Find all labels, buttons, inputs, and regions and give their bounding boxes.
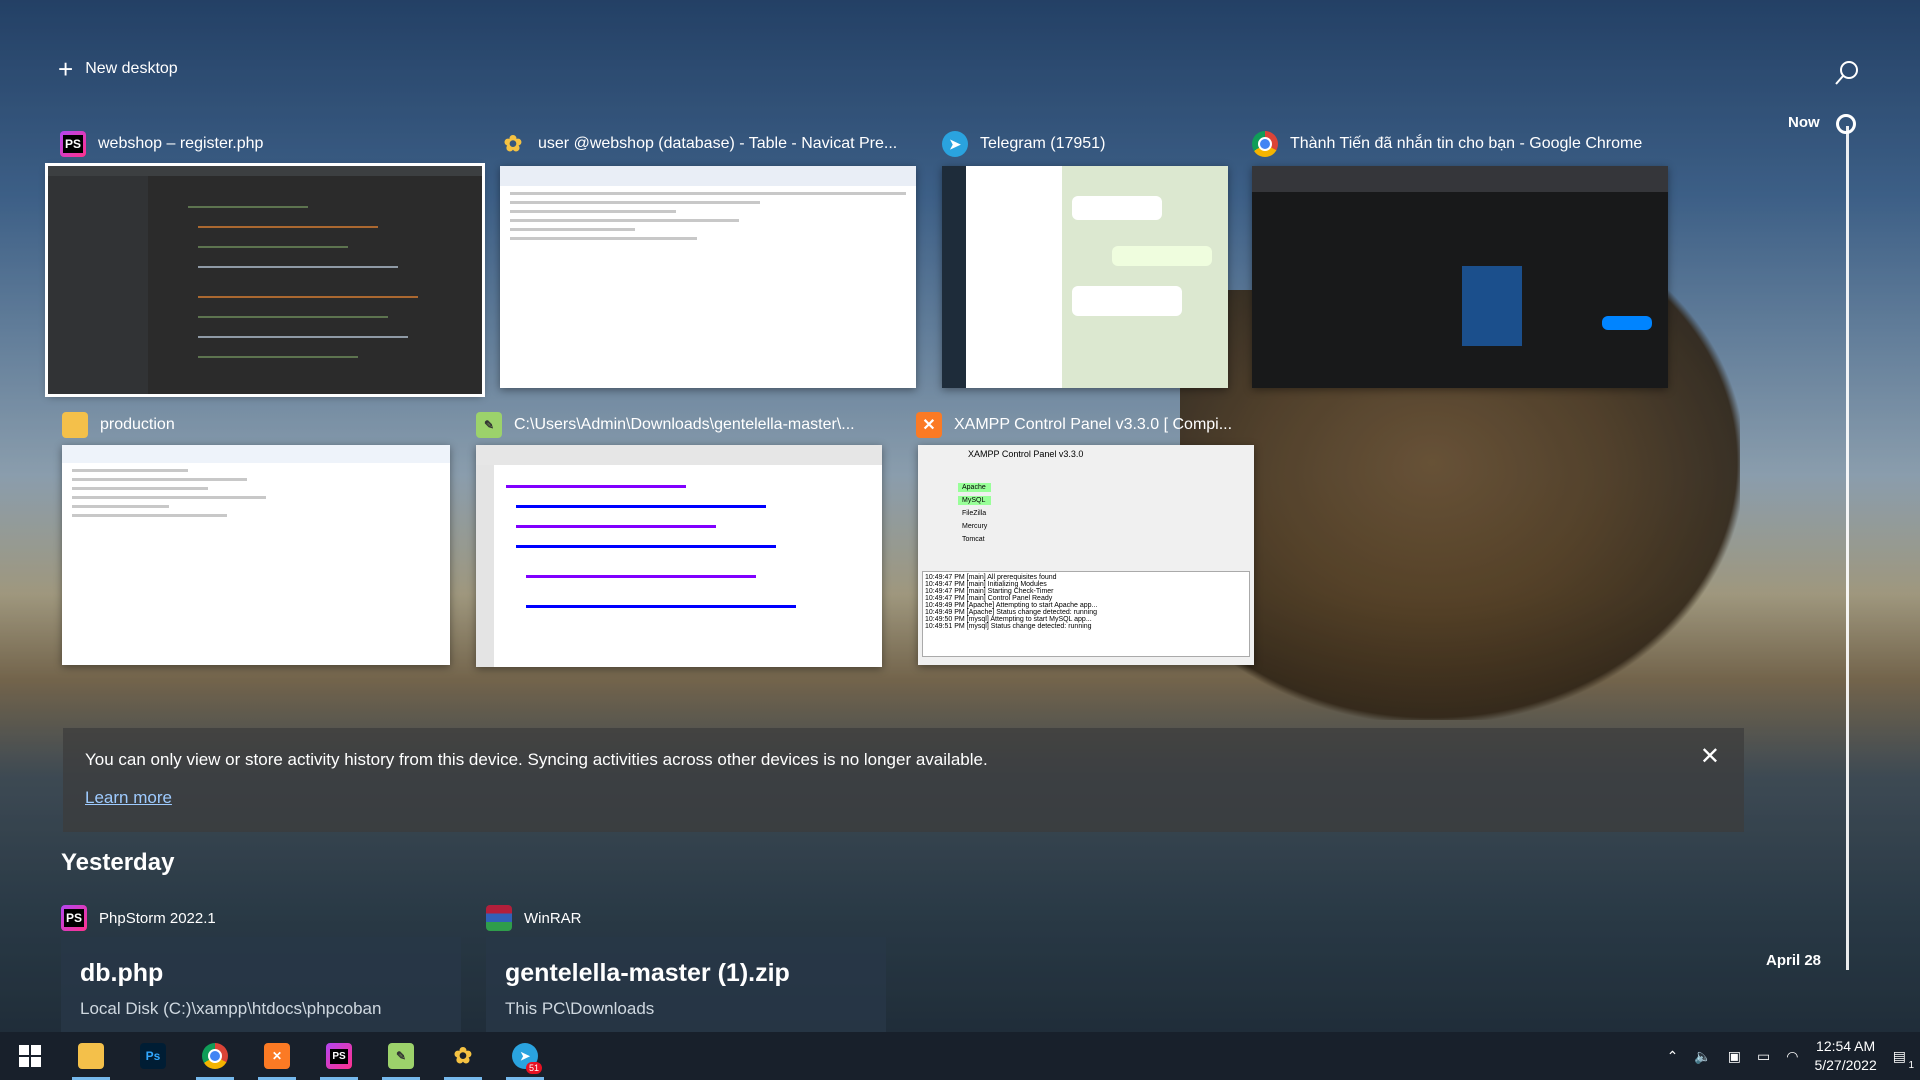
activity-app-name: PhpStorm 2022.1 xyxy=(99,909,216,927)
window-title: Thành Tiến đã nhắn tin cho bạn - Google … xyxy=(1290,135,1643,152)
log-line: 10:49:47 PM [main] Starting Check-Timer xyxy=(925,588,1054,595)
clock-time: 12:54 AM xyxy=(1816,1038,1876,1054)
window-title: XAMPP Control Panel v3.3.0 [ Compi... xyxy=(954,416,1233,433)
window-telegram[interactable]: ➤ Telegram (17951) xyxy=(942,124,1228,388)
xampp-module: Mercury xyxy=(962,523,988,530)
xampp-icon: ✕ xyxy=(916,412,942,438)
log-line: 10:49:51 PM [mysql] Status change detect… xyxy=(925,623,1092,630)
clock-date: 5/27/2022 xyxy=(1814,1057,1877,1073)
start-button[interactable] xyxy=(0,1032,60,1080)
log-line: 10:49:50 PM [mysql] Attempting to start … xyxy=(925,616,1092,623)
activity-card-db-php[interactable]: db.php Local Disk (C:)\xampp\htdocs\phpc… xyxy=(61,937,461,1047)
close-icon[interactable]: ✕ xyxy=(1700,742,1720,771)
window-navicat[interactable]: ✿ user @webshop (database) - Table - Nav… xyxy=(500,124,918,388)
activity-title: gentelella-master (1).zip xyxy=(505,959,790,987)
chrome-icon xyxy=(202,1043,228,1069)
window-thumbnail[interactable] xyxy=(62,445,450,665)
window-title: webshop – register.php xyxy=(98,135,264,152)
window-thumbnail[interactable] xyxy=(476,445,882,667)
section-heading: Yesterday xyxy=(61,849,175,876)
log-line: 10:49:47 PM [main] Initializing Modules xyxy=(925,581,1047,588)
timeline-handle[interactable] xyxy=(1836,114,1856,134)
window-thumbnail[interactable] xyxy=(45,163,485,397)
winrar-icon xyxy=(486,905,512,931)
window-chrome[interactable]: Thành Tiến đã nhắn tin cho bạn - Google … xyxy=(1252,124,1670,388)
plus-icon: + xyxy=(58,54,74,84)
search-icon[interactable] xyxy=(1832,58,1862,88)
new-desktop-label: New desktop xyxy=(85,60,178,77)
taskbar-chrome[interactable] xyxy=(184,1032,246,1080)
timeline-date-label: April 28 xyxy=(1766,952,1822,969)
window-thumbnail[interactable] xyxy=(942,166,1228,388)
window-xampp[interactable]: ✕ XAMPP Control Panel v3.3.0 [ Compi... … xyxy=(916,405,1256,665)
log-line: 10:49:49 PM [Apache] Status change detec… xyxy=(925,609,1098,616)
learn-more-link[interactable]: Learn more xyxy=(85,788,172,808)
banner-message: You can only view or store activity hist… xyxy=(85,750,988,769)
navicat-icon: ✿ xyxy=(503,131,523,156)
telegram-badge: 51 xyxy=(525,1062,542,1074)
activity-card-gentelella-zip[interactable]: gentelella-master (1).zip This PC\Downlo… xyxy=(486,937,886,1047)
new-desktop-button[interactable]: + New desktop xyxy=(58,56,178,82)
window-thumbnail[interactable] xyxy=(1252,166,1668,388)
phpstorm-icon: PS xyxy=(326,1043,352,1069)
window-thumbnail[interactable] xyxy=(500,166,916,388)
activity-app-name: WinRAR xyxy=(524,909,582,927)
file-explorer-icon xyxy=(78,1043,104,1069)
wifi-icon[interactable]: ◠ xyxy=(1786,1048,1798,1065)
taskbar-photoshop[interactable]: Ps xyxy=(122,1032,184,1080)
window-thumbnail[interactable]: XAMPP Control Panel v3.3.0 Apache MySQL … xyxy=(918,445,1254,665)
windows-icon xyxy=(19,1045,41,1067)
xampp-module: Tomcat xyxy=(962,536,985,543)
taskbar-xampp[interactable]: ✕ xyxy=(246,1032,308,1080)
telegram-icon: ➤ xyxy=(942,131,968,157)
folder-icon xyxy=(62,412,88,438)
xampp-module: MySQL xyxy=(958,496,992,505)
window-title: C:\Users\Admin\Downloads\gentelella-mast… xyxy=(514,416,855,433)
phpstorm-icon: PS xyxy=(61,905,87,931)
window-title: user @webshop (database) - Table - Navic… xyxy=(538,135,898,152)
activity-app-label: WinRAR xyxy=(486,905,582,931)
battery-icon[interactable]: ▭ xyxy=(1757,1048,1770,1065)
window-title: production xyxy=(100,416,175,433)
log-line: 10:49:47 PM [main] Control Panel Ready xyxy=(925,595,1053,602)
window-title: Telegram (17951) xyxy=(980,135,1106,152)
taskbar: Ps ✕ PS ✎ ✿ ➤ 51 ⌃ 🔈 ▣ ▭ ◠ 12:54 AM 5/27/… xyxy=(0,1032,1920,1080)
navicat-icon: ✿ xyxy=(453,1043,473,1068)
window-webshop-register[interactable]: PS webshop – register.php xyxy=(45,124,485,397)
phpstorm-icon: PS xyxy=(60,131,86,157)
chrome-icon xyxy=(1252,131,1278,157)
clock[interactable]: 12:54 AM 5/27/2022 xyxy=(1814,1037,1876,1075)
taskbar-notepadpp[interactable]: ✎ xyxy=(370,1032,432,1080)
notification-count: 1 xyxy=(1908,1059,1914,1071)
taskbar-phpstorm[interactable]: PS xyxy=(308,1032,370,1080)
xampp-module: Apache xyxy=(958,483,992,492)
activity-app-label: PS PhpStorm 2022.1 xyxy=(61,905,216,931)
activity-title: db.php xyxy=(80,959,164,987)
chevron-up-icon[interactable]: ⌃ xyxy=(1667,1048,1679,1065)
xampp-module: FileZilla xyxy=(962,510,987,517)
window-explorer-production[interactable]: production xyxy=(62,405,450,665)
volume-icon[interactable]: 🔈 xyxy=(1694,1048,1711,1065)
window-notepadpp[interactable]: ✎ C:\Users\Admin\Downloads\gentelella-ma… xyxy=(476,405,884,667)
activity-path: This PC\Downloads xyxy=(505,999,655,1018)
device-icon[interactable]: ▣ xyxy=(1728,1048,1741,1065)
log-line: 10:49:47 PM [main] All prerequisites fou… xyxy=(925,574,1057,581)
activity-history-banner: You can only view or store activity hist… xyxy=(63,728,1744,832)
log-line: 10:49:49 PM [Apache] Attempting to start… xyxy=(925,602,1098,609)
taskbar-navicat[interactable]: ✿ xyxy=(432,1032,494,1080)
xampp-header: XAMPP Control Panel v3.3.0 xyxy=(968,449,1084,459)
photoshop-icon: Ps xyxy=(140,1043,166,1069)
system-tray: ⌃ 🔈 ▣ ▭ ◠ 12:54 AM 5/27/2022 ▤ 1 xyxy=(1667,1032,1920,1080)
notepadpp-icon: ✎ xyxy=(388,1043,414,1069)
activity-path: Local Disk (C:)\xampp\htdocs\phpcoban xyxy=(80,999,382,1018)
xampp-icon: ✕ xyxy=(264,1043,290,1069)
notepadpp-icon: ✎ xyxy=(476,412,502,438)
timeline-scrollbar[interactable] xyxy=(1846,126,1849,970)
timeline-now-label: Now xyxy=(1788,114,1820,131)
taskbar-telegram[interactable]: ➤ 51 xyxy=(494,1032,556,1080)
taskbar-file-explorer[interactable] xyxy=(60,1032,122,1080)
notification-icon[interactable]: ▤ 1 xyxy=(1893,1048,1914,1071)
